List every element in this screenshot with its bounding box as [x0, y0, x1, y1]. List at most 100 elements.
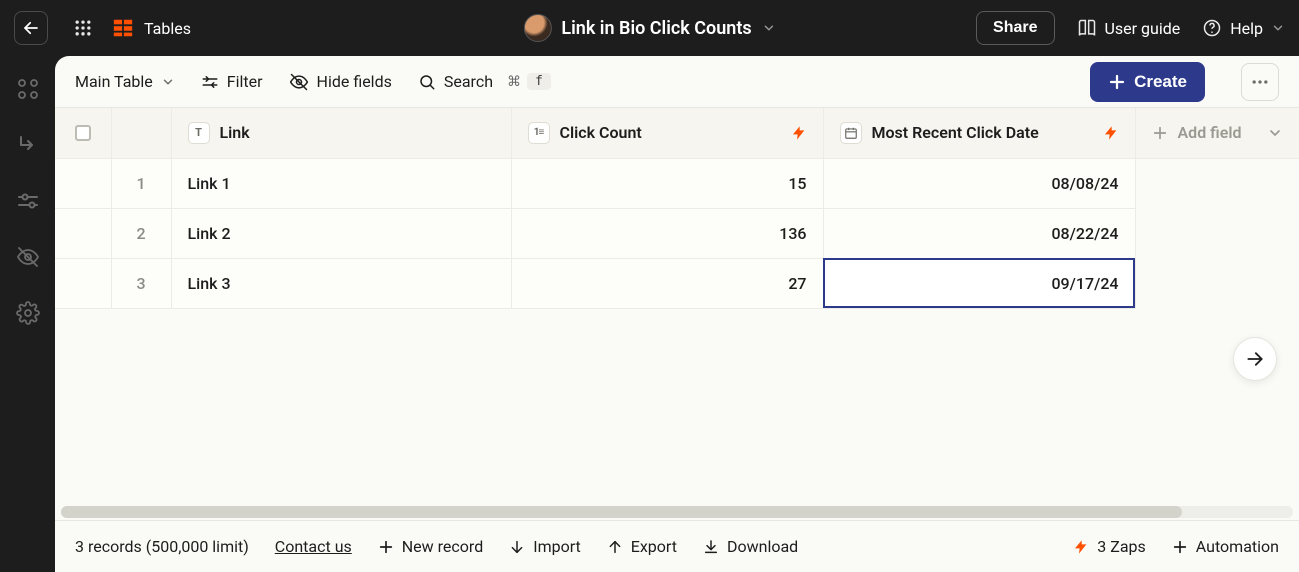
share-button[interactable]: Share: [976, 11, 1054, 45]
eye-off-icon: [16, 245, 40, 269]
help-dropdown[interactable]: Help: [1202, 18, 1285, 38]
column-header-date[interactable]: Most Recent Click Date: [823, 108, 1135, 158]
bolt-icon: [1073, 539, 1089, 555]
cell-link[interactable]: Link 3: [171, 258, 511, 308]
download-label: Download: [727, 537, 798, 556]
table-row[interactable]: 1 Link 1 15 08/08/24: [55, 158, 1299, 208]
filter-button[interactable]: Filter: [201, 72, 263, 91]
add-field-header[interactable]: Add field: [1135, 108, 1299, 158]
automation-button[interactable]: Automation: [1172, 537, 1279, 556]
zaps-label: 3 Zaps: [1097, 537, 1146, 556]
automation-label: Automation: [1196, 537, 1279, 556]
data-table: T Link 1≡ Click Count: [55, 108, 1299, 309]
row-select-cell[interactable]: [55, 208, 111, 258]
search-icon: [418, 73, 436, 91]
chevron-down-icon: [1267, 125, 1283, 141]
export-label: Export: [631, 537, 677, 556]
back-button[interactable]: [14, 11, 48, 45]
rail-connections-button[interactable]: [15, 76, 41, 102]
row-select-cell[interactable]: [55, 258, 111, 308]
select-all-checkbox[interactable]: [75, 125, 91, 141]
tables-logo-icon: [112, 17, 134, 39]
empty-cell: [1135, 208, 1299, 258]
branches-icon: [16, 77, 40, 101]
row-select-cell[interactable]: [55, 158, 111, 208]
column-header-link[interactable]: T Link: [171, 108, 511, 158]
arrow-up-icon: [607, 539, 623, 555]
sliders-icon: [16, 189, 40, 213]
hide-fields-label: Hide fields: [317, 72, 392, 91]
select-all-header[interactable]: [55, 108, 111, 158]
bolt-icon: [1103, 125, 1119, 141]
number-type-icon: 1≡: [528, 122, 550, 144]
cell-click-count[interactable]: 27: [511, 258, 823, 308]
new-record-button[interactable]: New record: [378, 537, 483, 556]
brand-name: Tables: [144, 19, 191, 38]
plus-icon: [378, 539, 394, 555]
rail-filters-button[interactable]: [15, 188, 41, 214]
search-shortcut: ⌘ f: [507, 73, 551, 90]
bolt-icon: [791, 125, 807, 141]
contact-us-link[interactable]: Contact us: [275, 537, 352, 556]
filter-label: Filter: [227, 72, 263, 91]
hide-fields-button[interactable]: Hide fields: [289, 72, 392, 92]
export-button[interactable]: Export: [607, 537, 677, 556]
table-row[interactable]: 3 Link 3 27 09/17/24: [55, 258, 1299, 308]
dots-horizontal-icon: [1250, 72, 1270, 92]
new-record-label: New record: [402, 537, 483, 556]
zaps-button[interactable]: 3 Zaps: [1073, 537, 1146, 556]
add-field-label: Add field: [1178, 123, 1242, 142]
arrow-left-icon: [22, 19, 40, 37]
user-avatar: [523, 14, 551, 42]
user-guide-label: User guide: [1105, 19, 1181, 38]
plus-icon: [1108, 73, 1126, 91]
download-icon: [703, 539, 719, 555]
eye-off-icon: [289, 72, 309, 92]
search-label: Search: [444, 72, 493, 91]
text-type-icon: T: [188, 122, 210, 144]
help-label: Help: [1230, 19, 1263, 38]
download-button[interactable]: Download: [703, 537, 798, 556]
cell-date[interactable]: 08/08/24: [823, 158, 1135, 208]
apps-grid-button[interactable]: [68, 13, 98, 43]
chevron-down-icon: [762, 21, 776, 35]
row-number: 1: [111, 158, 171, 208]
empty-cell: [1135, 158, 1299, 208]
column-click-count-label: Click Count: [560, 123, 642, 142]
more-button[interactable]: [1241, 63, 1279, 101]
cell-click-count[interactable]: 15: [511, 158, 823, 208]
horizontal-scrollbar[interactable]: [61, 506, 1293, 518]
plus-icon: [1172, 539, 1188, 555]
create-label: Create: [1134, 72, 1187, 92]
apps-grid-icon: [73, 18, 93, 38]
book-icon: [1077, 18, 1097, 38]
cell-date[interactable]: 09/17/24: [823, 258, 1135, 308]
gear-icon: [16, 301, 40, 325]
search-button[interactable]: Search ⌘ f: [418, 72, 551, 91]
column-link-label: Link: [220, 123, 250, 142]
left-rail: [0, 56, 55, 572]
sub-arrow-icon: [16, 133, 40, 157]
scroll-right-fab[interactable]: [1233, 337, 1277, 381]
arrow-down-icon: [509, 539, 525, 555]
create-button[interactable]: Create: [1090, 62, 1205, 102]
rail-sub-button[interactable]: [15, 132, 41, 158]
chevron-down-icon: [161, 75, 175, 89]
import-label: Import: [533, 537, 581, 556]
user-guide-link[interactable]: User guide: [1077, 18, 1181, 38]
empty-cell: [1135, 258, 1299, 308]
document-title-dropdown[interactable]: Link in Bio Click Counts: [523, 14, 775, 42]
cell-link[interactable]: Link 2: [171, 208, 511, 258]
table-row[interactable]: 2 Link 2 136 08/22/24: [55, 208, 1299, 258]
rail-settings-button[interactable]: [15, 300, 41, 326]
cell-date[interactable]: 08/22/24: [823, 208, 1135, 258]
chevron-down-icon: [1271, 21, 1285, 35]
plus-icon: [1152, 125, 1168, 141]
rail-hidden-button[interactable]: [15, 244, 41, 270]
view-selector[interactable]: Main Table: [75, 72, 175, 91]
cell-click-count[interactable]: 136: [511, 208, 823, 258]
help-icon: [1202, 18, 1222, 38]
cell-link[interactable]: Link 1: [171, 158, 511, 208]
column-header-click-count[interactable]: 1≡ Click Count: [511, 108, 823, 158]
import-button[interactable]: Import: [509, 537, 581, 556]
